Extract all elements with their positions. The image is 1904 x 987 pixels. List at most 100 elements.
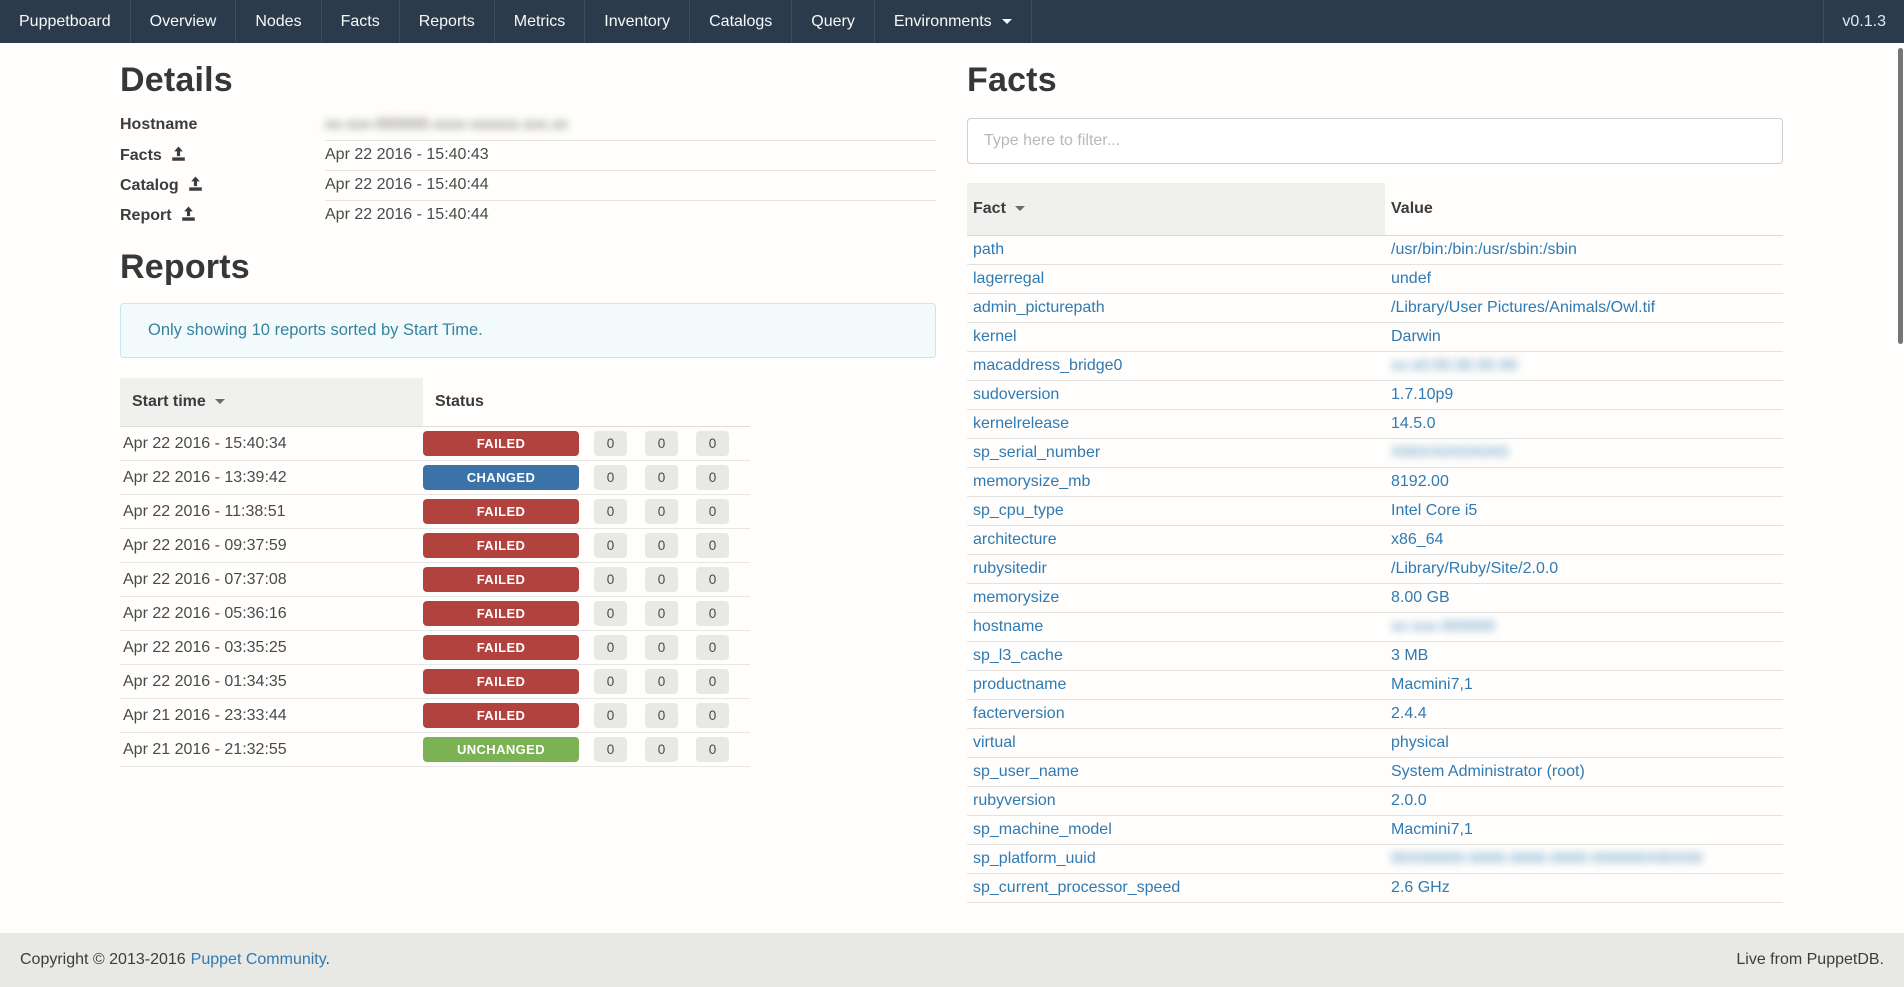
- nav-item-catalogs[interactable]: Catalogs: [690, 0, 792, 43]
- nav-item-environments[interactable]: Environments: [875, 0, 1032, 43]
- nav-link-query[interactable]: Query: [792, 0, 874, 43]
- nav-item-metrics[interactable]: Metrics: [495, 0, 586, 43]
- fact-row: admin_picturepath /Library/User Pictures…: [967, 294, 1783, 323]
- fact-name-link[interactable]: sp_l3_cache: [973, 647, 1063, 664]
- nav-link-catalogs[interactable]: Catalogs: [690, 0, 791, 43]
- fact-value-link[interactable]: physical: [1391, 734, 1449, 751]
- fact-value-link[interactable]: X00XX0X0X0X0: [1391, 444, 1508, 461]
- nav-item-reports[interactable]: Reports: [400, 0, 495, 43]
- fact-name-link[interactable]: path: [973, 241, 1004, 258]
- details-row: Facts Apr 22 2016 - 15:40:43: [120, 140, 936, 170]
- reports-sort-start-time[interactable]: Start time: [120, 378, 423, 427]
- fact-value-link[interactable]: 2.0.0: [1391, 792, 1427, 809]
- fact-value-link[interactable]: 14.5.0: [1391, 415, 1435, 432]
- nav-link-reports[interactable]: Reports: [400, 0, 494, 43]
- facts-filter-input[interactable]: [967, 118, 1783, 164]
- fact-name-link[interactable]: macaddress_bridge0: [973, 357, 1122, 374]
- fact-name-link[interactable]: hostname: [973, 618, 1043, 635]
- fact-name-link[interactable]: memorysize: [973, 589, 1059, 606]
- fact-name-link[interactable]: productname: [973, 676, 1066, 693]
- nav-item-nodes[interactable]: Nodes: [236, 0, 321, 43]
- report-count-badge: 0: [696, 533, 729, 558]
- fact-name-link[interactable]: rubyversion: [973, 792, 1056, 809]
- upload-icon[interactable]: [181, 206, 196, 222]
- fact-value-link[interactable]: 8.00 GB: [1391, 589, 1450, 606]
- fact-name-link[interactable]: kernel: [973, 328, 1017, 345]
- details-row: Catalog Apr 22 2016 - 15:40:44: [120, 170, 936, 200]
- report-count-badge: 0: [645, 669, 678, 694]
- fact-row: architecture x86_64: [967, 526, 1783, 555]
- fact-row: hostname xx-xxx-000000: [967, 613, 1783, 642]
- fact-row: sp_serial_number X00XX0X0X0X0: [967, 439, 1783, 468]
- fact-value-link[interactable]: 1.7.10p9: [1391, 386, 1453, 403]
- fact-value-link[interactable]: Darwin: [1391, 328, 1441, 345]
- fact-name-link[interactable]: sp_current_processor_speed: [973, 879, 1180, 896]
- footer-copyright: Copyright © 2013-2016Puppet Community.: [20, 951, 330, 969]
- upload-icon[interactable]: [171, 146, 186, 162]
- fact-value-link[interactable]: 8192.00: [1391, 473, 1449, 490]
- fact-value-link[interactable]: Macmini7,1: [1391, 676, 1473, 693]
- fact-name-link[interactable]: sp_cpu_type: [973, 502, 1064, 519]
- reports-table: Start time Status Apr 22 2016 - 15:40:34…: [120, 378, 750, 767]
- fact-name-link[interactable]: rubysitedir: [973, 560, 1047, 577]
- report-row: Apr 22 2016 - 05:36:16 FAILED 0 0 0: [120, 597, 750, 631]
- report-count-badge: 0: [696, 465, 729, 490]
- fact-value-link[interactable]: 2.6 GHz: [1391, 879, 1450, 896]
- report-start-time: Apr 22 2016 - 15:40:34: [120, 427, 423, 461]
- report-count-badge: 0: [594, 635, 627, 660]
- report-row: Apr 21 2016 - 23:33:44 FAILED 0 0 0: [120, 699, 750, 733]
- fact-name-link[interactable]: architecture: [973, 531, 1057, 548]
- vertical-scrollbar-thumb[interactable]: [1898, 48, 1903, 344]
- nav-link-inventory[interactable]: Inventory: [585, 0, 689, 43]
- upload-icon[interactable]: [188, 176, 203, 192]
- fact-name-link[interactable]: lagerregal: [973, 270, 1044, 287]
- nav-item-overview[interactable]: Overview: [131, 0, 237, 43]
- nav-link-nodes[interactable]: Nodes: [236, 0, 320, 43]
- fact-name-link[interactable]: kernelrelease: [973, 415, 1069, 432]
- fact-name-link[interactable]: admin_picturepath: [973, 299, 1105, 316]
- nav-item-inventory[interactable]: Inventory: [585, 0, 690, 43]
- report-start-time: Apr 22 2016 - 03:35:25: [120, 631, 423, 665]
- fact-value-link[interactable]: Macmini7,1: [1391, 821, 1473, 838]
- fact-name-link[interactable]: sp_machine_model: [973, 821, 1112, 838]
- facts-sort-fact[interactable]: Fact: [967, 183, 1385, 236]
- fact-value-link[interactable]: xx-xxx-000000: [1391, 618, 1495, 635]
- fact-name-link[interactable]: memorysize_mb: [973, 473, 1090, 490]
- nav-item-facts[interactable]: Facts: [322, 0, 400, 43]
- nav-link-facts[interactable]: Facts: [322, 0, 399, 43]
- fact-value-link[interactable]: System Administrator (root): [1391, 763, 1585, 780]
- puppet-community-link[interactable]: Puppet Community: [191, 951, 326, 968]
- report-count-badge: 0: [594, 703, 627, 728]
- nav-link-metrics[interactable]: Metrics: [495, 0, 585, 43]
- reports-title: Reports: [120, 248, 936, 287]
- fact-value-link[interactable]: 00X00000-0000-0000-0000-000000X00X00: [1391, 850, 1702, 867]
- report-count-badge: 0: [696, 431, 729, 456]
- fact-value-link[interactable]: 3 MB: [1391, 647, 1428, 664]
- fact-value-link[interactable]: /usr/bin:/bin:/usr/sbin:/sbin: [1391, 241, 1577, 258]
- nav-brand-link[interactable]: Puppetboard: [0, 0, 130, 43]
- fact-value-link[interactable]: 2.4.4: [1391, 705, 1427, 722]
- nav-link-overview[interactable]: Overview: [131, 0, 236, 43]
- report-row: Apr 22 2016 - 09:37:59 FAILED 0 0 0: [120, 529, 750, 563]
- report-count-badge: 0: [645, 567, 678, 592]
- fact-name-link[interactable]: facterversion: [973, 705, 1065, 722]
- fact-row: productname Macmini7,1: [967, 671, 1783, 700]
- fact-value-link[interactable]: x86_64: [1391, 531, 1444, 548]
- fact-value-link[interactable]: Intel Core i5: [1391, 502, 1477, 519]
- report-status-badge: UNCHANGED: [423, 737, 579, 762]
- fact-name-link[interactable]: sudoversion: [973, 386, 1059, 403]
- nav-brand[interactable]: Puppetboard: [0, 0, 131, 43]
- fact-name-link[interactable]: sp_platform_uuid: [973, 850, 1096, 867]
- detail-value: Apr 22 2016 - 15:40:44: [325, 176, 489, 193]
- fact-value-link[interactable]: xx:x0:00.00.00.00: [1391, 357, 1517, 374]
- fact-name-link[interactable]: sp_serial_number: [973, 444, 1100, 461]
- environments-dropdown[interactable]: Environments: [875, 0, 1031, 43]
- fact-value-link[interactable]: /Library/User Pictures/Animals/Owl.tif: [1391, 299, 1655, 316]
- nav-item-query[interactable]: Query: [792, 0, 875, 43]
- fact-name-link[interactable]: sp_user_name: [973, 763, 1079, 780]
- fact-value-link[interactable]: undef: [1391, 270, 1431, 287]
- fact-row: sp_cpu_type Intel Core i5: [967, 497, 1783, 526]
- reports-header-row: Start time Status: [120, 378, 750, 427]
- fact-value-link[interactable]: /Library/Ruby/Site/2.0.0: [1391, 560, 1558, 577]
- fact-name-link[interactable]: virtual: [973, 734, 1016, 751]
